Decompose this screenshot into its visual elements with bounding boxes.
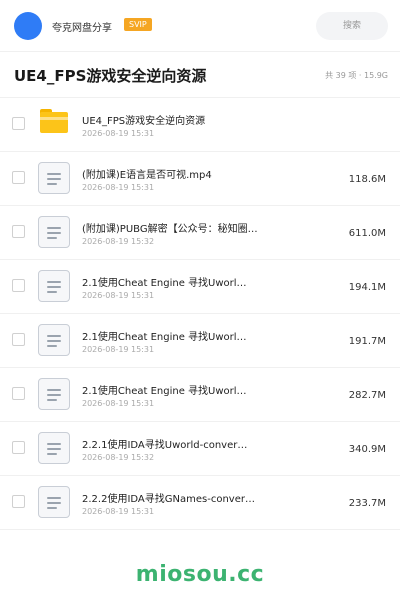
file-name[interactable]: (附加课)PUBG解密【公众号：秘知圈】.mp4 [82,220,267,235]
document-icon [38,216,70,248]
page-title: UE4_FPS游戏安全逆向资源 [14,67,207,85]
file-row[interactable]: 2.2.2使用IDA寻找GNames-conver… 2026-08-19 15:… [0,476,400,530]
document-icon [38,162,70,194]
document-icon [38,486,70,518]
row-checkbox[interactable] [12,279,25,292]
file-size: 194.1M [348,282,386,293]
file-name[interactable]: 2.1使用Cheat Engine 寻找Uworl… [82,382,247,397]
search-input[interactable]: 搜索 [316,12,388,40]
file-name[interactable]: UE4_FPS游戏安全逆向资源 [82,112,205,127]
file-size: 611.0M [348,228,386,239]
watermark-text: miosou.cc [135,562,265,587]
file-date: 2026-08-19 15:31 [82,183,155,192]
file-date: 2026-08-19 15:31 [82,129,155,138]
file-row[interactable]: (附加课)PUBG解密【公众号：秘知圈】.mp4 2026-08-19 15:32… [0,206,400,260]
folder-title-bar: UE4_FPS游戏安全逆向资源 共 39 项 · 15.9G [0,52,400,98]
file-size: 340.9M [348,444,386,455]
folder-icon [40,109,68,133]
document-icon [38,270,70,302]
file-size: 233.7M [348,498,386,509]
file-name[interactable]: (附加课)E语言是否可视.mp4 [82,166,212,181]
document-icon [38,324,70,356]
file-date: 2026-08-19 15:31 [82,399,155,408]
file-row[interactable]: 2.1使用Cheat Engine 寻找Uworl… 2026-08-19 15:… [0,314,400,368]
file-date: 2026-08-19 15:32 [82,237,155,246]
file-list: UE4_FPS游戏安全逆向资源 2026-08-19 15:31 (附加课)E语言是… [0,98,400,530]
row-checkbox[interactable] [12,441,25,454]
app-header: 夸克网盘分享 SVIP 搜索 [0,0,400,52]
file-date: 2026-08-19 15:32 [82,453,155,462]
row-checkbox[interactable] [12,387,25,400]
svip-badge: SVIP [124,18,152,31]
file-name[interactable]: 2.2.2使用IDA寻找GNames-conver… [82,490,255,505]
file-row[interactable]: 2.1使用Cheat Engine 寻找Uworl… 2026-08-19 15:… [0,368,400,422]
share-owner-name: 夸克网盘分享 [52,23,112,34]
file-size: 191.7M [348,336,386,347]
file-row[interactable]: 2.1使用Cheat Engine 寻找Uworl… 2026-08-19 15:… [0,260,400,314]
file-size: 282.7M [348,390,386,401]
file-name[interactable]: 2.2.1使用IDA寻找Uworld-conver… [82,436,247,451]
file-name[interactable]: 2.1使用Cheat Engine 寻找Uworl… [82,328,247,343]
row-checkbox[interactable] [12,117,25,130]
row-checkbox[interactable] [12,171,25,184]
avatar[interactable] [14,12,42,40]
file-size: 118.6M [348,174,386,185]
file-name[interactable]: 2.1使用Cheat Engine 寻找Uworl… [82,274,247,289]
document-icon [38,378,70,410]
file-row[interactable]: (附加课)E语言是否可视.mp4 2026-08-19 15:31 118.6M [0,152,400,206]
row-checkbox[interactable] [12,225,25,238]
row-checkbox[interactable] [12,495,25,508]
file-row[interactable]: 2.2.1使用IDA寻找Uworld-conver… 2026-08-19 15:… [0,422,400,476]
document-icon [38,432,70,464]
file-date: 2026-08-19 15:31 [82,507,155,516]
folder-row[interactable]: UE4_FPS游戏安全逆向资源 2026-08-19 15:31 [0,98,400,152]
row-checkbox[interactable] [12,333,25,346]
file-date: 2026-08-19 15:31 [82,345,155,354]
folder-summary: 共 39 项 · 15.9G [325,71,388,80]
file-date: 2026-08-19 15:31 [82,291,155,300]
